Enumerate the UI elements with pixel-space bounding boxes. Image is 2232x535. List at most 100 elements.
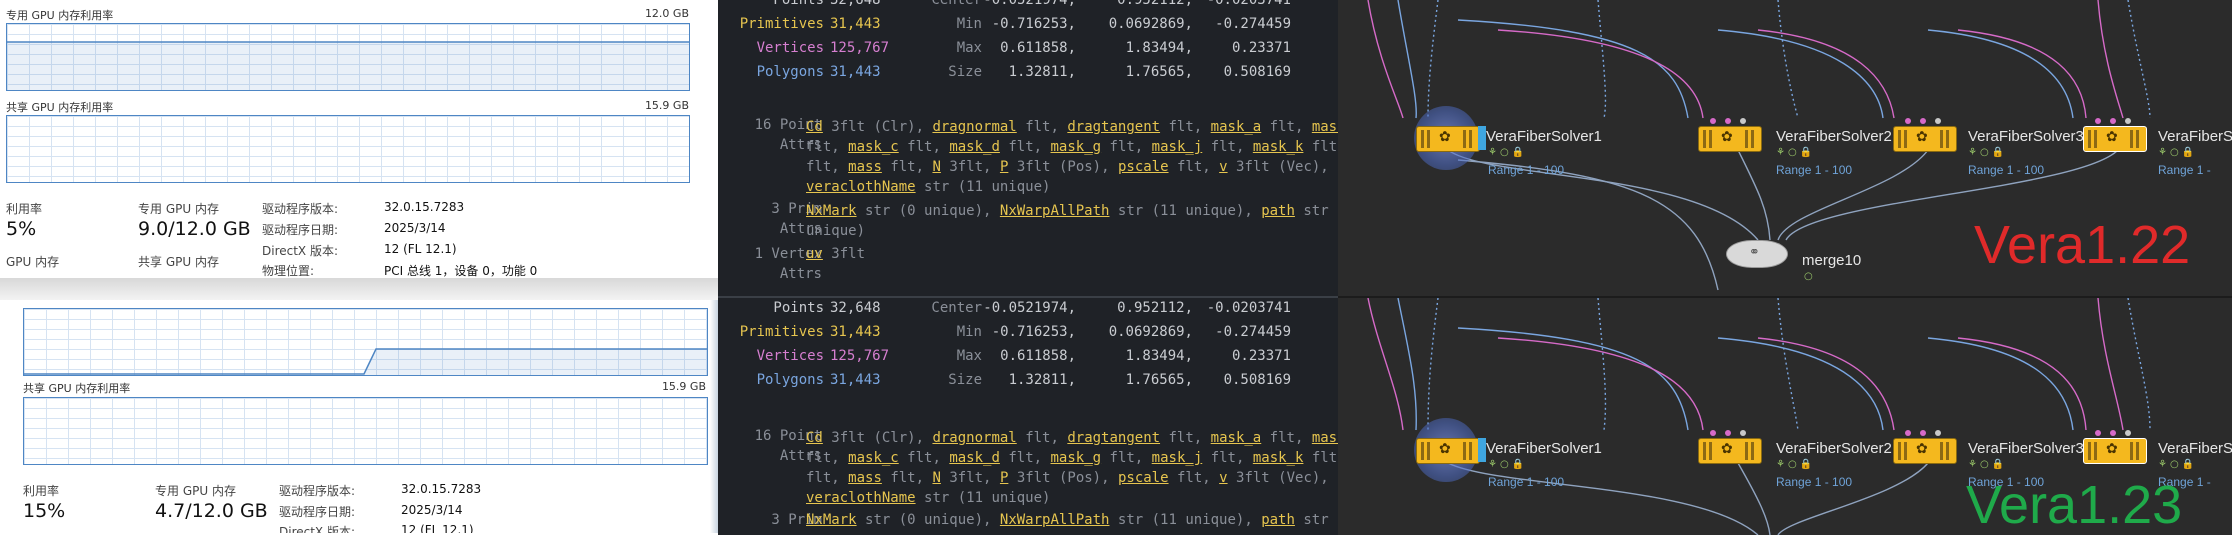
shared-gpu-memory-graph [6, 115, 690, 183]
driver-version-value-bottom: 32.0.15.7283 [401, 482, 482, 496]
attr-mask-b[interactable]: mask_b [1312, 430, 1338, 446]
attr-path[interactable]: path [1261, 512, 1295, 528]
vera-fiber-solver-2-range: Range 1 - 100 [1776, 163, 1853, 177]
dedicated-gpu-memory-line [7, 41, 689, 90]
display-flag[interactable] [1478, 126, 1486, 150]
attr-p[interactable]: P [1000, 159, 1008, 175]
max-y: 1.83494, [1125, 40, 1193, 56]
geometry-info-panel-bottom: Points 32,648 Center -0.0521974, 0.95211… [718, 296, 1338, 535]
max-x-bottom: 0.611858, [1000, 348, 1076, 364]
vera-fiber-solver-1-range: Range 1 - 100 [1488, 163, 1565, 177]
min-x-bottom: -0.716253, [991, 324, 1076, 340]
max-y-bottom: 1.83494, [1125, 348, 1193, 364]
attr-dragnormal[interactable]: dragnormal [932, 119, 1016, 135]
directx-version-label: DirectX 版本: [262, 244, 339, 258]
shared-gpu-memory-graph-label: 共享 GPU 内存利用率 [6, 101, 114, 114]
attr-mask-d[interactable]: mask_d [949, 139, 1000, 155]
center-x-bottom: -0.0521974, [983, 300, 1076, 316]
size-z-bottom: 0.508169 [1223, 372, 1291, 388]
attr-mask-g[interactable]: mask_g [1051, 139, 1102, 155]
solver-node-icon: ✿ [1439, 129, 1451, 145]
physical-location-value: PCI 总线 1，设备 0，功能 0 [384, 264, 538, 278]
min-z: -0.274459 [1215, 16, 1291, 32]
attr-mass[interactable]: mass [848, 470, 882, 486]
vera-fiber-solver-1-node[interactable]: ✿ [1416, 438, 1480, 464]
min-x: -0.716253, [991, 16, 1076, 32]
vera-fiber-solver-3-node[interactable]: ✿ [1893, 126, 1957, 152]
primitives-label-bottom: Primitives [739, 324, 824, 340]
attr-mask-b[interactable]: mask_b [1312, 119, 1338, 135]
center-z: -0.0203741 [1206, 0, 1291, 8]
attr-dragnormal[interactable]: dragnormal [932, 430, 1016, 446]
primitives-value-bottom: 31,443 [830, 324, 881, 340]
vera-fiber-solver-4-label: VeraFiberS [2158, 440, 2232, 457]
attr-mask-d[interactable]: mask_d [949, 450, 1000, 466]
display-flag[interactable] [1478, 438, 1486, 462]
dedicated-gpu-memory-label: 专用 GPU 内存 [138, 202, 219, 216]
attr-p[interactable]: P [1000, 470, 1008, 486]
vera-fiber-solver-2-node[interactable]: ✿ [1698, 438, 1762, 464]
dedicated-gpu-memory-label-bottom: 专用 GPU 内存 [155, 484, 236, 498]
dedicated-gpu-memory-graph-label: 专用 GPU 内存利用率 [6, 9, 114, 22]
solver-node-icon: ✿ [1916, 129, 1928, 145]
attr-uv[interactable]: uv [806, 246, 823, 262]
attr-pscale[interactable]: pscale [1118, 470, 1169, 486]
center-y: 0.952112, [1117, 0, 1193, 8]
attr-veraclothname[interactable]: veraclothName [806, 490, 916, 506]
attr-dragtangent[interactable]: dragtangent [1067, 119, 1160, 135]
vera-fiber-solver-1-node[interactable]: ✿ [1416, 126, 1480, 152]
attr-mask-c[interactable]: mask_c [848, 450, 899, 466]
vera-fiber-solver-4-node[interactable]: ✿ [2083, 438, 2147, 464]
vera-fiber-solver-3-label: VeraFiberSolver3 [1968, 128, 2084, 145]
vertices-label: Vertices [756, 40, 824, 56]
attr-dragtangent[interactable]: dragtangent [1067, 430, 1160, 446]
attr-mask-k[interactable]: mask_k [1253, 450, 1304, 466]
attr-n[interactable]: N [932, 470, 940, 486]
attr-veraclothname[interactable]: veraclothName [806, 179, 916, 195]
attr-nxwarpallpath[interactable]: NxWarpAllPath [1000, 512, 1110, 528]
vera-fiber-solver-4-node[interactable]: ✿ [2083, 126, 2147, 152]
attr-pscale[interactable]: pscale [1118, 159, 1169, 175]
attr-mask-a[interactable]: mask_a [1211, 119, 1262, 135]
attr-v[interactable]: v [1219, 159, 1227, 175]
vertex-attrs-sub: Attrs [779, 266, 822, 282]
center-z-bottom: -0.0203741 [1206, 300, 1291, 316]
attr-cd[interactable]: Cd [806, 119, 823, 135]
node-network-panel-bottom[interactable]: ✿ VeraFiberSolver1 ⚘○🔒 Range 1 - 100 ✿ V… [1338, 296, 2232, 535]
gpu-memory-label: GPU 内存 [6, 255, 60, 269]
attr-cd[interactable]: Cd [806, 430, 823, 446]
primitives-label: Primitives [739, 16, 824, 32]
center-label: Center [931, 0, 982, 8]
attr-n[interactable]: N [932, 159, 940, 175]
attr-mask-j[interactable]: mask_j [1152, 139, 1203, 155]
vera-fiber-solver-3-node[interactable]: ✿ [1893, 438, 1957, 464]
attr-mass[interactable]: mass [848, 159, 882, 175]
node-status-icons: ⚘○🔒 [2158, 147, 2198, 158]
vera-fiber-solver-2-node[interactable]: ✿ [1698, 126, 1762, 152]
attr-nxmark[interactable]: NxMark [806, 512, 857, 528]
attr-nxmark[interactable]: NxMark [806, 203, 857, 219]
polygons-label-bottom: Polygons [756, 372, 824, 388]
shared-gpu-memory-capacity: 15.9 GB [644, 99, 689, 112]
attr-path[interactable]: path [1261, 203, 1295, 219]
attr-mask-g[interactable]: mask_g [1051, 450, 1102, 466]
utilization-value-bottom: 15% [23, 500, 66, 522]
attr-v[interactable]: v [1219, 470, 1227, 486]
attr-nxwarpallpath[interactable]: NxWarpAllPath [1000, 203, 1110, 219]
utilization-label: 利用率 [6, 202, 43, 216]
merge10-node[interactable]: ⚭ [1726, 240, 1788, 268]
vertices-label-bottom: Vertices [756, 348, 824, 364]
node-network-panel-top[interactable]: ✿ VeraFiberSolver1 ⚘○🔒 Range 1 - 100 ✿ V… [1338, 0, 2232, 296]
max-z: 0.23371 [1231, 40, 1291, 56]
attr-mask-k[interactable]: mask_k [1253, 139, 1304, 155]
max-label: Max [956, 40, 982, 56]
attr-mask-c[interactable]: mask_c [848, 139, 899, 155]
task-manager-gpu-panel-bottom: 共享 GPU 内存利用率 15.9 GB 利用率 15% 专用 GPU 内存 4… [0, 300, 718, 533]
node-status-icons: ⚘○🔒 [1776, 147, 1816, 158]
task-manager-gpu-panel-top: 专用 GPU 内存利用率 12.0 GB 共享 GPU 内存利用率 15.9 G… [0, 0, 718, 278]
size-z: 0.508169 [1223, 64, 1291, 80]
vera-fiber-solver-2-label: VeraFiberSolver2 [1776, 128, 1892, 145]
attr-mask-a[interactable]: mask_a [1211, 430, 1262, 446]
attr-mask-j[interactable]: mask_j [1152, 450, 1203, 466]
driver-date-value: 2025/3/14 [384, 221, 446, 235]
